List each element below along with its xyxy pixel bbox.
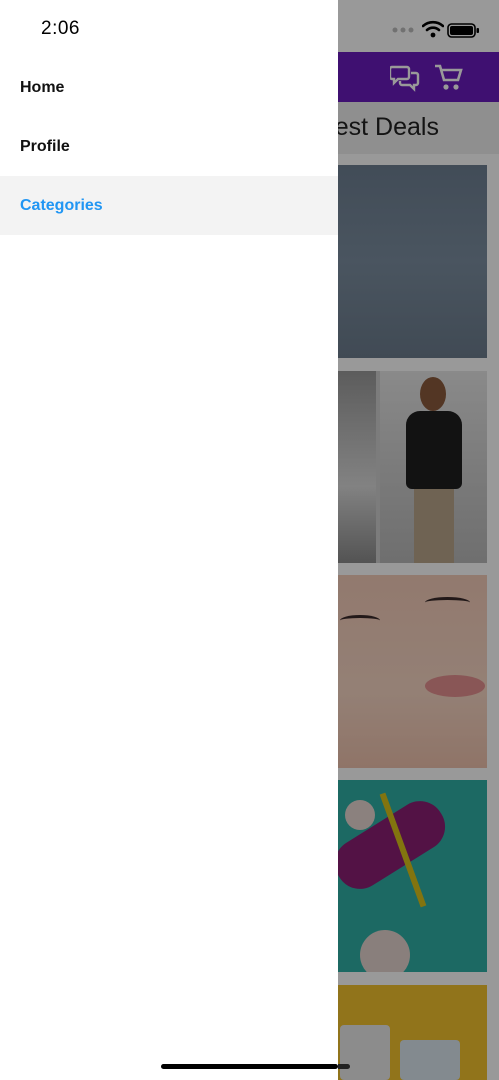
drawer-item-label: Profile bbox=[20, 137, 70, 155]
status-time: 2:06 bbox=[41, 18, 80, 39]
navigation-drawer: 2:06 Home Profile Categories bbox=[0, 0, 338, 1080]
drawer-item-home[interactable]: Home bbox=[0, 58, 338, 117]
drawer-item-label: Home bbox=[20, 78, 65, 96]
drawer-item-categories[interactable]: Categories bbox=[0, 176, 338, 235]
drawer-item-label: Categories bbox=[20, 196, 103, 214]
home-indicator-tail bbox=[338, 1064, 350, 1069]
drawer-item-profile[interactable]: Profile bbox=[0, 117, 338, 176]
screen: Latest Deals 2:06 Home Profile Categorie… bbox=[0, 0, 499, 1080]
home-indicator[interactable] bbox=[161, 1064, 338, 1069]
